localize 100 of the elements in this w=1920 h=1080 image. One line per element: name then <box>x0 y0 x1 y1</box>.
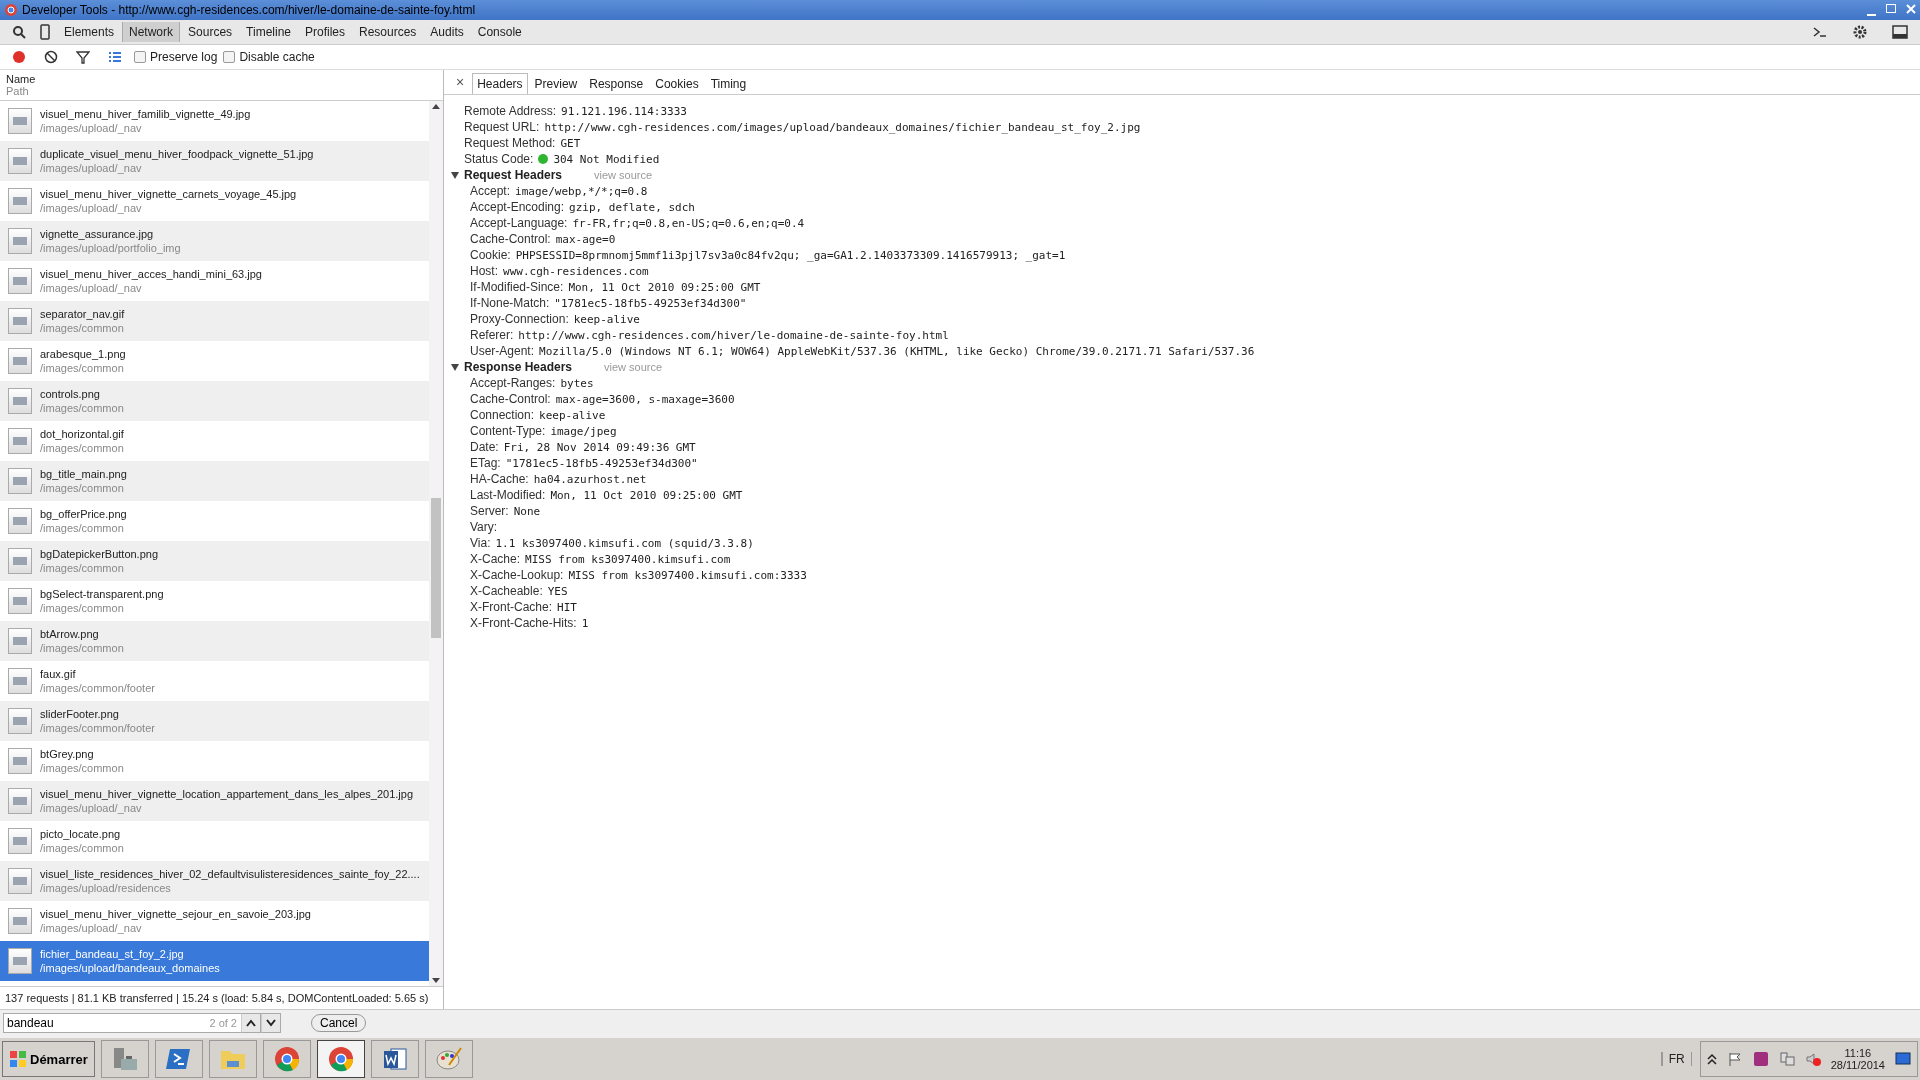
clock-time: 11:16 <box>1844 1047 1872 1059</box>
request-row[interactable]: bg_title_main.png /images/common <box>0 461 429 501</box>
scroll-up-icon <box>431 103 441 109</box>
header-value: max-age=0 <box>555 232 616 246</box>
panel-tab[interactable]: Timeline <box>240 22 297 42</box>
next-match-button[interactable] <box>261 1013 281 1033</box>
header-name: Accept-Language: <box>470 216 568 230</box>
panel-tab[interactable]: Profiles <box>299 22 351 42</box>
list-icon <box>108 50 122 64</box>
header-value: Mon, 11 Oct 2010 09:25:00 GMT <box>550 488 743 502</box>
panel-tab[interactable]: Resources <box>353 22 423 42</box>
section-title[interactable]: Request Headers <box>464 168 563 182</box>
request-row[interactable]: controls.png /images/common <box>0 381 429 421</box>
window-title: Developer Tools - http://www.cgh-residences.com/hiver/le-domaine-de-sainte-foy.html <box>22 3 476 17</box>
request-row[interactable]: vignette_assurance.jpg /images/upload/portfolio_img <box>0 221 429 261</box>
request-path: /images/common <box>40 482 125 494</box>
minimize-icon <box>1867 14 1876 16</box>
caret-down-icon <box>266 1019 276 1027</box>
request-name: sliderFooter.png <box>40 708 120 720</box>
header-name: Cache-Control: <box>470 392 551 406</box>
file-thumbnail-icon <box>8 588 32 614</box>
request-row[interactable]: visuel_liste_residences_hiver_02_defaultvisulisteresidences_sainte_foy_22.... /images/upload/residences <box>0 861 429 901</box>
header-name: ETag: <box>470 456 501 470</box>
file-thumbnail-icon <box>8 508 32 534</box>
header-name: Last-Modified: <box>470 488 546 502</box>
header-name: X-Cache: <box>470 552 521 566</box>
header-name: X-Cacheable: <box>470 584 543 598</box>
flag-icon <box>1726 1051 1743 1067</box>
request-path: /images/common/footer <box>40 722 155 734</box>
status-dot-icon <box>538 154 549 164</box>
browser-icon <box>272 1045 301 1073</box>
taskbar-app-button[interactable] <box>370 1040 419 1078</box>
close-button[interactable]: × <box>450 74 471 94</box>
panel-tab[interactable]: Sources <box>182 22 239 42</box>
request-path: /images/common <box>40 442 124 454</box>
filter-icon <box>76 50 90 64</box>
find-field[interactable]: bandeau <box>3 1013 173 1033</box>
header-value: Mozilla/5.0 (Windows NT 6.1; WOW64) AppleWebKit/537.36 (KHTML, like Gecko) Chrome/39.0.2171.71 Safari/537.36 <box>539 344 1255 358</box>
request-row[interactable]: fichier_bandeau_st_foy_2.jpg /images/upload/bandeaux_domaines <box>0 941 429 981</box>
request-name: fichier_bandeau_st_foy_2.jpg <box>40 948 185 960</box>
header-name: Accept-Encoding: <box>470 200 565 214</box>
section-title[interactable]: Response Headers <box>464 360 573 374</box>
request-path: /images/common <box>40 842 124 854</box>
request-row[interactable]: bgDatepickerButton.png /images/common <box>0 541 429 581</box>
panel-tab[interactable]: Elements <box>58 22 121 42</box>
header-value: http://www.cgh-residences.com/hiver/le-domaine-de-sainte-foy.html <box>518 328 949 342</box>
request-row[interactable]: sliderFooter.png /images/common/footer <box>0 701 429 741</box>
request-row[interactable]: duplicate_visuel_menu_hiver_foodpack_vignette_51.jpg /images/upload/_nav <box>0 141 429 181</box>
header-name: Server: <box>470 504 509 518</box>
settings-icon <box>1852 24 1868 40</box>
checkbox[interactable] <box>134 51 146 63</box>
header-value: 91.121.196.114:3333 <box>561 104 687 118</box>
clear-icon <box>44 50 58 64</box>
detail-tab[interactable]: Headers <box>472 73 528 94</box>
header-value: 1.1 ks3097400.kimsufi.com (squid/3.3.8) <box>495 536 754 550</box>
panel-tab[interactable]: Console <box>471 22 528 42</box>
header-value: Fri, 28 Nov 2014 09:49:36 GMT <box>503 440 696 454</box>
file-thumbnail-icon <box>8 268 32 294</box>
header-name: Via: <box>470 536 491 550</box>
header-value: max-age=3600, s-maxage=3600 <box>555 392 735 406</box>
paint-palette-icon <box>434 1045 463 1073</box>
request-path: /images/upload/_nav <box>40 122 143 134</box>
header-value: ha04.azurhost.net <box>533 472 647 486</box>
scrollbar[interactable] <box>429 101 443 986</box>
header-name: Cookie: <box>470 248 511 262</box>
request-path: /images/upload/bandeaux_domaines <box>40 962 220 974</box>
header-name: User-Agent: <box>470 344 535 358</box>
panel-tab[interactable]: Audits <box>424 22 470 42</box>
file-thumbnail-icon <box>8 708 32 734</box>
panel-tab[interactable]: Network <box>122 22 181 42</box>
header-value: MISS from ks3097400.kimsufi.com:3333 <box>568 568 807 582</box>
header-value: keep-alive <box>573 312 640 326</box>
request-path: /images/common/footer <box>40 682 155 694</box>
option-checkbox[interactable]: Disable cache <box>223 50 315 64</box>
header-value: "1781ec5-18fb5-49253ef34d300" <box>505 456 698 470</box>
option-checkbox[interactable]: Preserve log <box>134 50 218 64</box>
header-value: gzip, deflate, sdch <box>569 200 695 214</box>
checkbox[interactable] <box>223 51 236 63</box>
header-name: If-None-Match: <box>470 296 550 310</box>
request-path: /images/upload/_nav <box>40 202 143 214</box>
header-value: image/webp,*/*;q=0.8 <box>515 184 648 198</box>
previous-match-button[interactable] <box>241 1013 261 1033</box>
scrollbar-thumb[interactable] <box>431 498 441 638</box>
header-name: Status Code: <box>464 152 534 166</box>
header-name: Proxy-Connection: <box>470 312 569 326</box>
file-thumbnail-icon <box>8 668 32 694</box>
language-indicator[interactable]: FR <box>1660 1052 1692 1066</box>
header-name: X-Front-Cache-Hits: <box>470 616 577 630</box>
request-name: visuel_menu_hiver_acces_handi_mini_63.jpg <box>40 268 262 280</box>
taskbar-app-button[interactable] <box>316 1040 365 1078</box>
cancel-button[interactable]: Cancel <box>311 1014 367 1032</box>
request-row[interactable]: separator_nav.gif /images/common <box>0 301 429 341</box>
request-path: /images/common <box>40 642 124 654</box>
header-value: None <box>513 504 541 518</box>
checkbox-label: Preserve log <box>150 50 218 64</box>
request-row[interactable]: visuel_menu_hiver_vignette_location_appartement_dans_les_alpes_201.jpg /images/upload/_nav <box>0 781 429 821</box>
start-button[interactable]: Démarrer <box>2 1041 95 1077</box>
prompt-icon <box>1812 24 1828 40</box>
request-row[interactable]: btArrow.png /images/common <box>0 621 429 661</box>
close-icon <box>1906 4 1916 14</box>
